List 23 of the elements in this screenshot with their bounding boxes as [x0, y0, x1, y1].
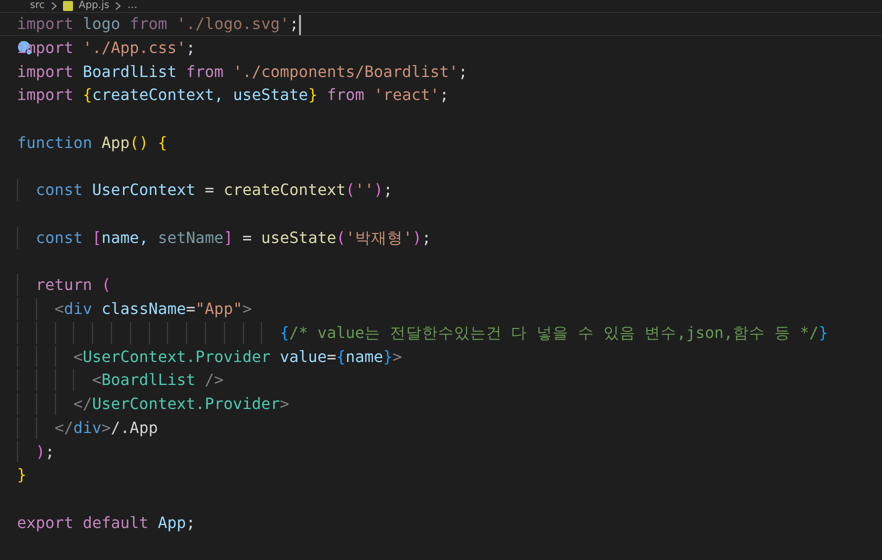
code-line: <BoardlList />	[0, 368, 882, 392]
file-icon	[62, 1, 73, 11]
chevron-icon	[115, 2, 122, 10]
code-line: import logo from './logo.svg';	[0, 12, 882, 36]
code-line: }	[16, 465, 28, 486]
code-line: return (	[0, 273, 882, 297]
code-line: </div>/.App	[0, 416, 882, 440]
code-line: const UserContext = createContext('');	[0, 178, 882, 202]
breadcrumb-item[interactable]: src	[30, 0, 45, 12]
code-line: </UserContext.Provider>	[0, 392, 882, 416]
code-line: <div className="App">	[0, 297, 882, 321]
code-line: {/* value는 전달한수있는건 다 넣을 수 있음 변수,json,함수 등 */}	[0, 320, 882, 344]
chevron-icon	[50, 2, 57, 10]
code-line: import BoardlList from './components/Boardlist';	[16, 62, 469, 82]
code-line: <UserContext.Provider value={name}>	[0, 344, 882, 368]
code-line: const [name, setName] = useState('박재형');	[0, 226, 882, 250]
breadcrumb-item[interactable]: …	[127, 0, 138, 12]
code-line: export default App;	[16, 512, 196, 534]
code-line: );	[0, 440, 882, 464]
code-line: import {createContext, useState} from 'react';	[16, 85, 450, 106]
code-line: function App() {	[16, 132, 168, 154]
text-cursor	[298, 14, 301, 35]
breadcrumb-item[interactable]: App.js	[78, 0, 110, 12]
